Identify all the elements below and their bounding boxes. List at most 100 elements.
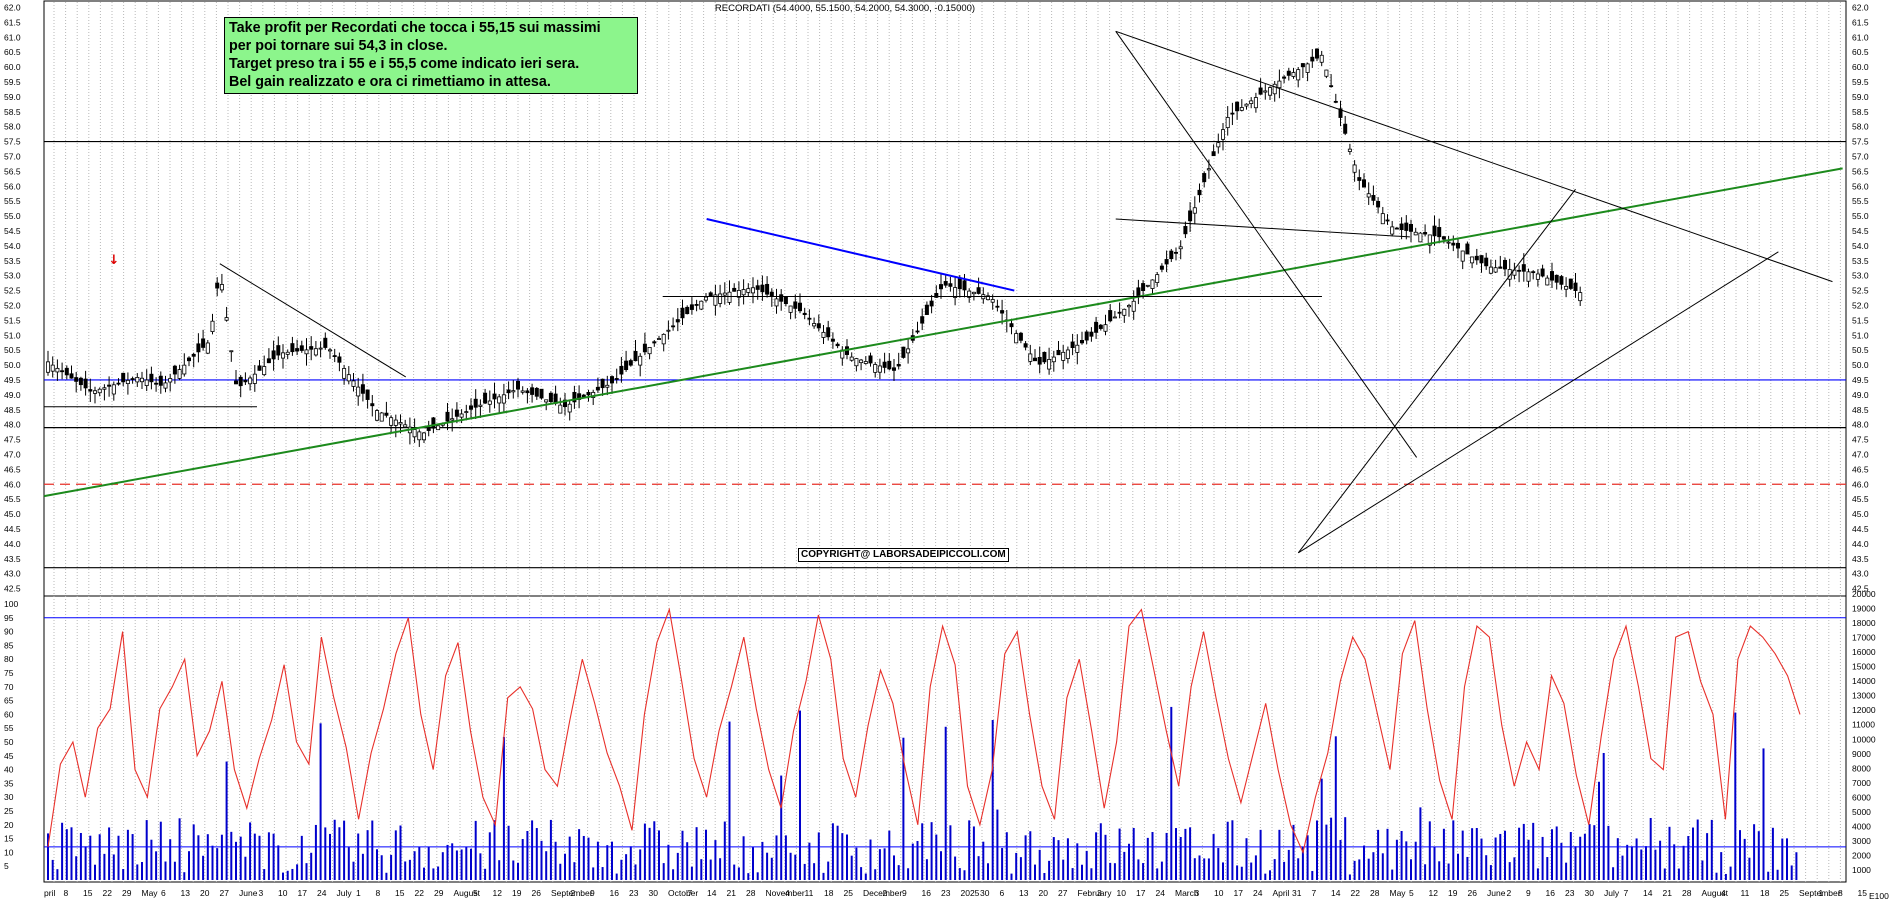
price-tick-right: 59.5 xyxy=(1852,77,1869,87)
price-tick-right: 60.5 xyxy=(1852,47,1869,57)
price-tick-right: 48.0 xyxy=(1852,420,1869,430)
candle-body xyxy=(1456,242,1461,249)
volume-bar xyxy=(1259,829,1262,880)
volume-bar xyxy=(319,723,322,880)
volume-bar xyxy=(1297,858,1300,880)
volume-bar xyxy=(441,852,444,880)
candle-body xyxy=(1550,271,1555,281)
candle-body xyxy=(892,367,897,371)
date-tick-label: 2 xyxy=(883,888,888,898)
volume-bar xyxy=(1753,824,1756,880)
candle-body xyxy=(1324,69,1329,77)
candle-body xyxy=(534,387,539,397)
candle-body xyxy=(647,347,652,355)
volume-bar xyxy=(982,841,985,880)
date-tick-label: 17 xyxy=(1136,888,1146,898)
volume-bar xyxy=(1734,712,1737,880)
volume-bar xyxy=(1739,830,1741,880)
candle-body xyxy=(351,380,356,387)
candle-body xyxy=(1347,148,1352,152)
volume-bar xyxy=(1156,868,1159,880)
corner-label: E100 xyxy=(1869,891,1889,901)
volume-bar xyxy=(1518,827,1521,880)
volume-bar xyxy=(1729,866,1732,880)
volume-bar xyxy=(1588,824,1591,880)
volume-bar xyxy=(1701,860,1704,880)
price-tick-left: 43.5 xyxy=(4,554,21,564)
volume-bar xyxy=(1353,860,1356,880)
candle-body xyxy=(1202,173,1207,183)
candle-body xyxy=(1070,341,1075,349)
volume-bar xyxy=(1579,836,1582,880)
volume-bar xyxy=(1504,830,1506,880)
date-tick-label: 26 xyxy=(1468,888,1478,898)
volume-tick-right: 12000 xyxy=(1852,705,1876,715)
price-tick-left: 44.5 xyxy=(4,524,21,534)
candle-body xyxy=(276,345,281,356)
candle-body xyxy=(107,384,112,387)
candle-body xyxy=(1150,279,1155,289)
osc-tick-left: 25 xyxy=(4,806,14,816)
candle-body xyxy=(1503,259,1508,270)
candle-body xyxy=(548,392,553,402)
volume-bar xyxy=(347,847,350,880)
volume-bar xyxy=(1410,859,1412,880)
volume-bar xyxy=(150,839,153,880)
candle-body xyxy=(1564,285,1569,290)
candle-body xyxy=(1009,323,1014,328)
price-tick-right: 58.0 xyxy=(1852,122,1869,132)
candle-body xyxy=(1300,63,1305,68)
volume-bar xyxy=(1118,828,1121,880)
osc-tick-left: 85 xyxy=(4,640,14,650)
candle-body xyxy=(1493,267,1498,273)
volume-bar xyxy=(484,868,487,880)
volume-bar xyxy=(84,846,87,880)
volume-bar xyxy=(1720,852,1723,880)
volume-bar xyxy=(559,863,562,880)
osc-tick-left: 75 xyxy=(4,668,14,678)
volume-bar xyxy=(709,859,712,880)
volume-bar xyxy=(333,819,336,880)
date-tick-label: 20 xyxy=(200,888,210,898)
volume-bar xyxy=(1673,844,1676,880)
volume-bar xyxy=(817,832,820,880)
date-tick-label: 13 xyxy=(1019,888,1029,898)
candle-body xyxy=(323,337,328,348)
candle-body xyxy=(685,306,690,315)
candle-body xyxy=(1394,227,1399,230)
volume-bar xyxy=(1724,873,1727,880)
price-tick-right: 61.5 xyxy=(1852,17,1869,27)
volume-bar xyxy=(1245,838,1248,880)
candle-body xyxy=(360,384,365,394)
date-tick-label: 9 xyxy=(1526,888,1531,898)
volume-bar xyxy=(103,853,106,880)
volume-bar xyxy=(987,863,989,880)
candle-body xyxy=(121,372,126,383)
candle-body xyxy=(1540,268,1545,277)
candle-body xyxy=(1018,332,1023,341)
candle-body xyxy=(1221,129,1226,140)
volume-bar xyxy=(1663,868,1666,880)
volume-bar xyxy=(705,829,707,880)
date-tick-label: 24 xyxy=(317,888,327,898)
volume-bar xyxy=(1485,855,1488,880)
volume-bar xyxy=(723,821,726,880)
volume-bar xyxy=(145,820,148,880)
date-tick-label: May xyxy=(1390,888,1407,898)
volume-bar xyxy=(408,859,411,880)
date-tick-label: 24 xyxy=(1253,888,1263,898)
candle-body xyxy=(1155,274,1160,283)
candle-body xyxy=(295,348,300,352)
price-tick-right: 59.0 xyxy=(1852,92,1869,102)
volume-tick-right: 9000 xyxy=(1852,749,1871,759)
candle-body xyxy=(93,390,98,394)
candle-body xyxy=(657,338,662,340)
volume-bar xyxy=(681,830,684,880)
volume-bar xyxy=(1527,839,1530,880)
volume-bar xyxy=(108,827,111,880)
volume-bar xyxy=(1066,838,1069,880)
volume-bar xyxy=(1508,862,1511,880)
candle-body xyxy=(215,282,220,289)
candle-body xyxy=(64,367,69,376)
price-tick-right: 45.5 xyxy=(1852,494,1869,504)
